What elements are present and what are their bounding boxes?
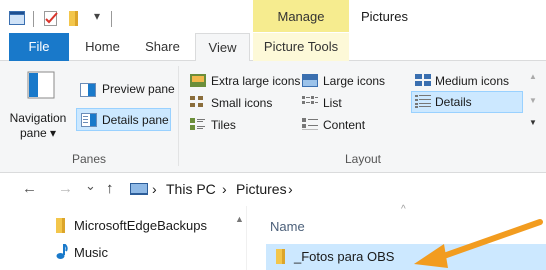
- panes-group-label: Panes: [71, 152, 107, 166]
- annotation-arrow: [414, 219, 543, 268]
- breadcrumb-separator[interactable]: ›: [152, 181, 157, 197]
- layout-list[interactable]: List: [302, 94, 407, 112]
- navigation-pane-dropdown-label[interactable]: pane ▾: [8, 126, 68, 140]
- qat-separator: [33, 11, 34, 27]
- explorer-app-icon[interactable]: [9, 11, 25, 25]
- recent-locations-icon[interactable]: ⌄: [85, 178, 96, 194]
- layout-gallery-scroll[interactable]: ▲ ▼ ▼: [526, 66, 540, 146]
- folder-icon: [276, 249, 285, 264]
- list-label: List: [323, 96, 342, 110]
- preview-pane-label: Preview pane: [102, 82, 175, 96]
- small-icons-icon: [190, 96, 203, 107]
- details-pane-icon: [81, 113, 97, 127]
- up-arrow-icon[interactable]: ↑: [106, 180, 114, 197]
- medium-icons-label: Medium icons: [435, 74, 510, 88]
- breadcrumb-this-pc[interactable]: This PC: [166, 181, 216, 197]
- customize-qat-icon[interactable]: ▾: [94, 9, 100, 23]
- details-pane-label: Details pane: [102, 113, 169, 127]
- navigation-pane-label[interactable]: Navigation: [8, 111, 68, 125]
- tab-file[interactable]: File: [9, 33, 69, 61]
- layout-group-label: Layout: [344, 152, 382, 166]
- folder-icon: [56, 218, 65, 233]
- navigation-pane-icon: [27, 71, 55, 99]
- properties-check-icon[interactable]: [44, 11, 59, 26]
- breadcrumb-separator[interactable]: ›: [222, 181, 227, 197]
- qat-separator: [111, 11, 112, 27]
- gallery-expand-icon[interactable]: ▼: [529, 118, 537, 127]
- tab-share[interactable]: Share: [140, 33, 185, 61]
- manage-context-label: Manage: [277, 9, 325, 24]
- file-name: _Fotos para OBS: [294, 249, 395, 264]
- layout-large-icons[interactable]: Large icons: [302, 72, 407, 90]
- content-icon: [302, 118, 318, 130]
- layout-tiles[interactable]: Tiles: [190, 116, 300, 134]
- large-icons-label: Large icons: [323, 74, 386, 88]
- gallery-scroll-down-icon[interactable]: ▼: [529, 96, 537, 105]
- small-icons-label: Small icons: [211, 96, 273, 110]
- layout-content[interactable]: Content: [302, 116, 407, 134]
- music-note-icon: [56, 244, 68, 259]
- column-header-name[interactable]: Name: [270, 219, 305, 234]
- list-icon: [302, 96, 318, 104]
- tiles-label: Tiles: [211, 118, 236, 132]
- tab-home[interactable]: Home: [80, 33, 125, 61]
- nav-item-music[interactable]: Music: [56, 243, 241, 263]
- preview-pane-icon: [80, 83, 96, 97]
- preview-pane-button[interactable]: Preview pane: [76, 80, 175, 100]
- pane-divider[interactable]: [246, 206, 247, 270]
- gallery-scroll-up-icon[interactable]: ▲: [529, 72, 537, 81]
- tiles-icon: [190, 118, 205, 130]
- this-pc-icon: [130, 183, 148, 195]
- navigation-pane-button[interactable]: [18, 70, 58, 103]
- details-label: Details: [435, 95, 472, 109]
- extra-large-icons-label: Extra large icons: [211, 74, 301, 88]
- layout-details[interactable]: Details: [411, 91, 523, 113]
- nav-scroll-up-icon[interactable]: ▲: [235, 214, 244, 224]
- layout-extra-large-icons[interactable]: Extra large icons: [190, 72, 300, 90]
- tab-view[interactable]: View: [195, 33, 250, 62]
- new-folder-icon[interactable]: [69, 11, 79, 26]
- extra-large-icons-icon: [190, 74, 206, 87]
- layout-medium-icons[interactable]: Medium icons: [411, 72, 523, 90]
- details-pane-button[interactable]: Details pane: [76, 108, 171, 131]
- forward-arrow-icon[interactable]: →: [58, 180, 73, 197]
- tab-picture-tools[interactable]: Picture Tools: [253, 33, 349, 61]
- back-arrow-icon[interactable]: ←: [22, 180, 37, 197]
- breadcrumb-separator[interactable]: ›: [288, 181, 293, 197]
- window-title: Pictures: [361, 9, 408, 24]
- details-icon: [415, 95, 431, 108]
- group-divider: [178, 66, 179, 166]
- nav-item-microsoftedgebackups[interactable]: MicrosoftEdgeBackups: [56, 216, 241, 236]
- nav-item-label: Music: [74, 245, 108, 260]
- layout-small-icons[interactable]: Small icons: [190, 94, 300, 112]
- nav-item-label: MicrosoftEdgeBackups: [74, 218, 207, 233]
- breadcrumb-pictures[interactable]: Pictures: [236, 181, 287, 197]
- content-label: Content: [323, 118, 366, 132]
- large-icons-icon: [302, 74, 318, 87]
- medium-icons-icon: [415, 74, 431, 86]
